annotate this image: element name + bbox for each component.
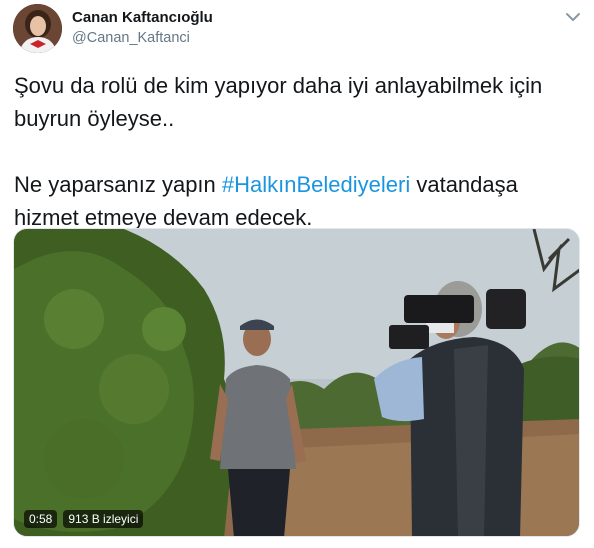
video-views: 913 B izleyici: [63, 510, 144, 528]
video-info: 0:58 913 B izleyici: [24, 510, 144, 528]
tweet-line-suffix: vatandaşa: [410, 172, 518, 197]
tweet-line: buyrun öyleyse..: [14, 106, 175, 131]
author-name[interactable]: Canan Kaftancıoğlu: [72, 9, 213, 26]
tweet-line: Ne yaparsanız yapın #HalkınBelediyeleri …: [14, 168, 584, 201]
hashtag-link[interactable]: #HalkınBelediyeleri: [222, 172, 410, 197]
video-duration: 0:58: [24, 510, 58, 528]
tweet-line-prefix: Ne yaparsanız yapın: [14, 172, 222, 197]
tweet-card: Canan Kaftancıoğlu @Canan_Kaftanci Şovu …: [0, 0, 594, 548]
tweet-line: Şovu da rolü de kim yapıyor daha iyi anl…: [14, 73, 543, 98]
video-player[interactable]: 0:58 913 B izleyici: [13, 228, 580, 537]
author-handle[interactable]: @Canan_Kaftanci: [72, 30, 190, 46]
tweet-text: Şovu da rolü de kim yapıyor daha iyi anl…: [14, 69, 584, 234]
avatar[interactable]: [13, 4, 62, 53]
chevron-down-icon[interactable]: [565, 10, 581, 22]
